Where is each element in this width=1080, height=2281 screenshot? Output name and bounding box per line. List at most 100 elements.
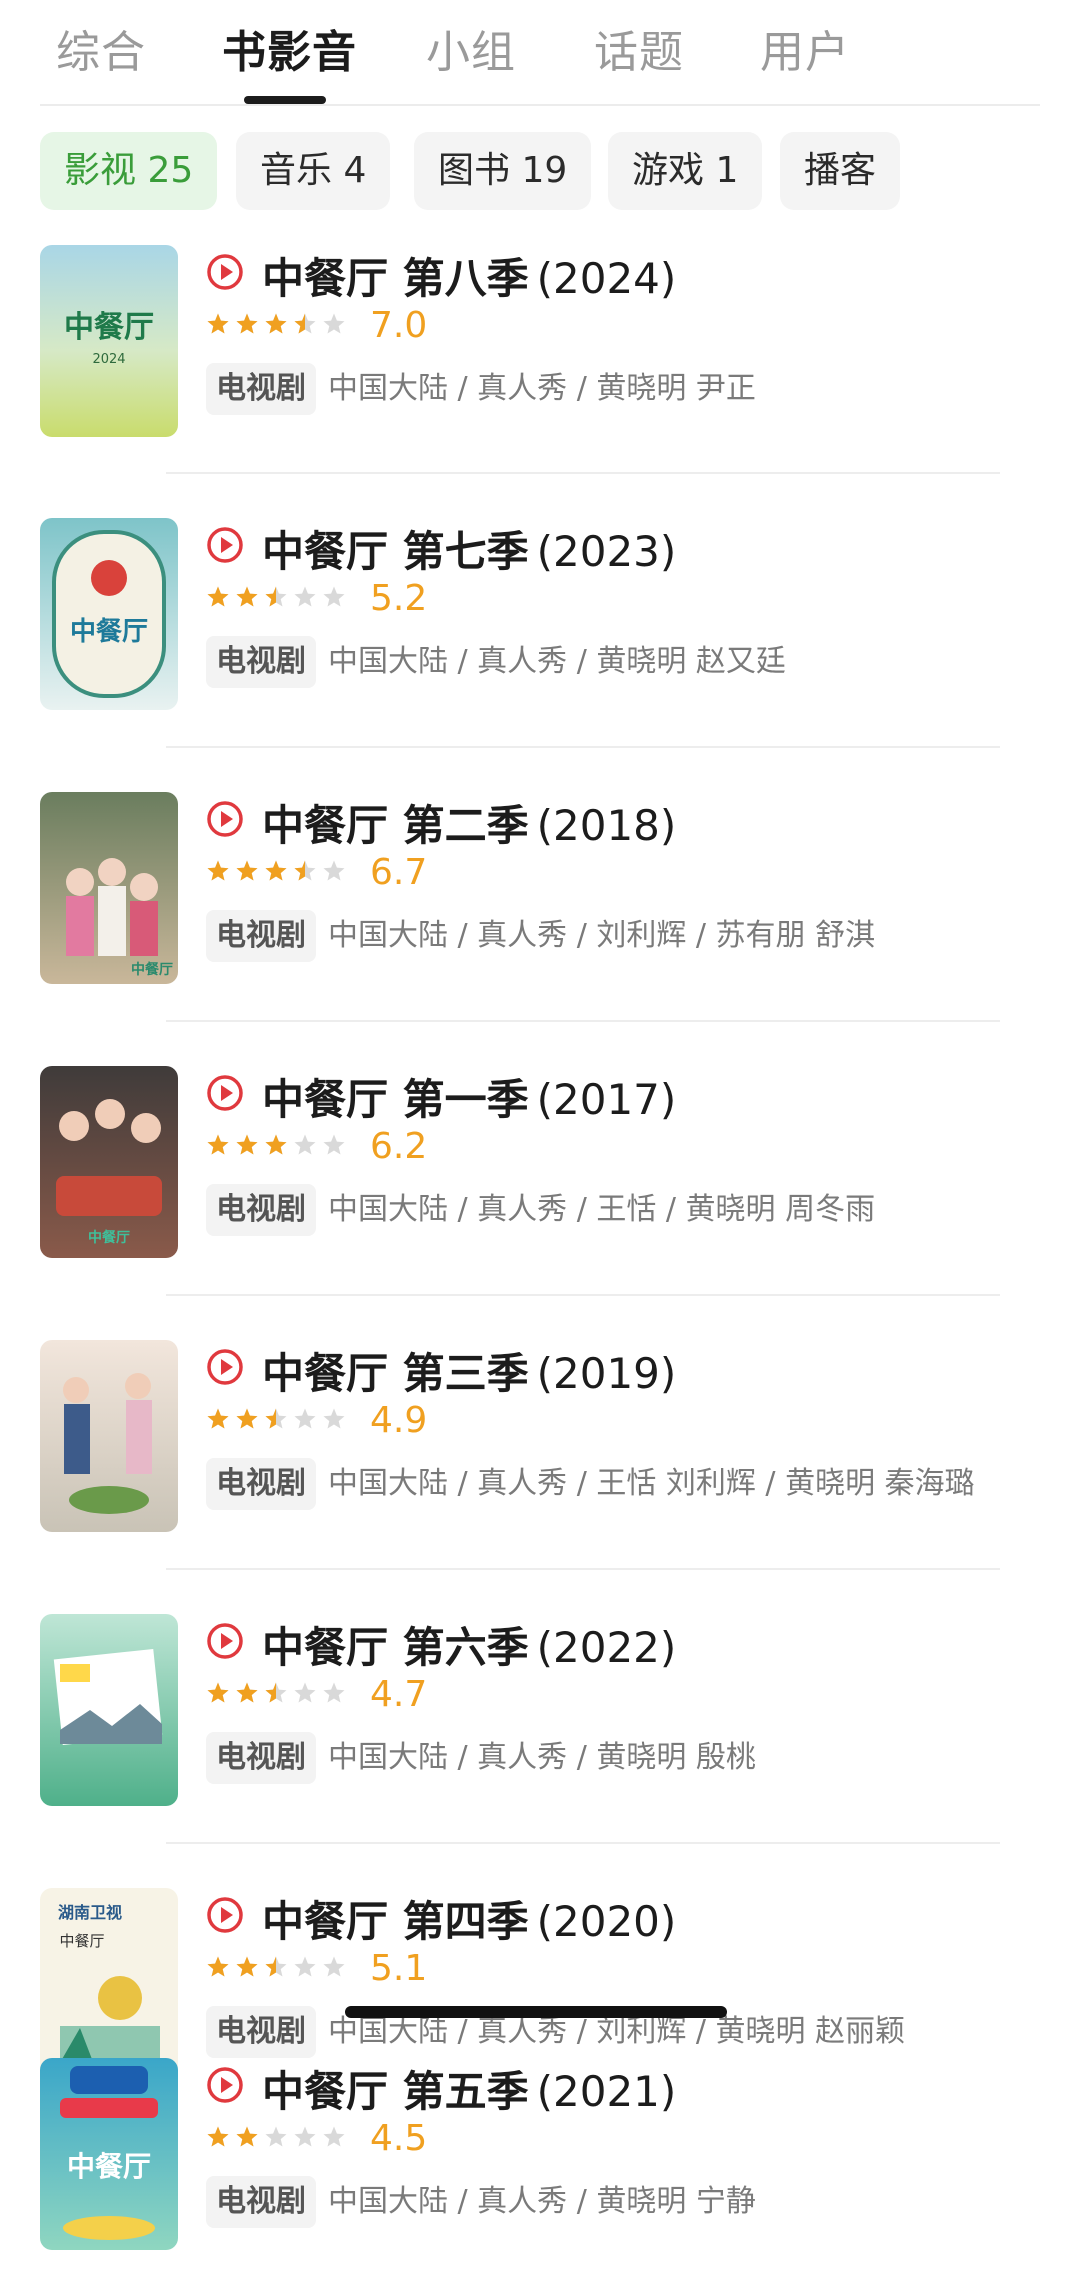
rating-score: 5.1 bbox=[370, 1948, 428, 1989]
divider bbox=[166, 472, 1000, 474]
star-icon bbox=[294, 1134, 316, 1155]
star-icon bbox=[265, 1956, 287, 1977]
poster-image[interactable]: 湖南卫视 中餐厅 bbox=[40, 1888, 178, 2080]
poster-image[interactable]: 中餐厅 bbox=[40, 518, 178, 710]
poster-image[interactable]: 中餐厅 bbox=[40, 2058, 178, 2250]
star-icon bbox=[323, 2126, 345, 2147]
star-icon bbox=[207, 1134, 229, 1155]
poster-image[interactable] bbox=[40, 1340, 178, 1532]
star-icon bbox=[236, 313, 258, 334]
list-item[interactable]: 中餐厅 第三季 (2019) 4.9 电视剧 中国大陆 / 真人秀 / 王恬 刘利… bbox=[40, 1340, 1040, 1540]
poster-logo-text: 中餐厅 bbox=[59, 1932, 104, 1950]
list-item[interactable]: 中餐厅 2024 中餐厅 第八季 (2024) 7.0 电视剧 中国大陆 / 真人秀… bbox=[40, 245, 1040, 445]
type-tag: 电视剧 bbox=[206, 910, 316, 962]
star-icon bbox=[265, 313, 287, 334]
category-filters: 影视 25 音乐 4 图书 19 游戏 1 播客 bbox=[40, 132, 1040, 210]
type-tag: 电视剧 bbox=[206, 1184, 316, 1236]
list-item[interactable]: 中餐厅 中餐厅 第一季 (2017) 6.2 电视剧 中国大陆 / 真人秀 / 王… bbox=[40, 1066, 1040, 1266]
item-meta: 中国大陆 / 真人秀 / 黄晓明 殷桃 bbox=[328, 1740, 756, 1775]
item-title[interactable]: 中餐厅 第六季 (2022) bbox=[262, 1614, 676, 1675]
rating-stars bbox=[206, 1130, 354, 1166]
list-item[interactable]: 中餐厅 中餐厅 第五季 (2021) 4.5 电视剧 中国大陆 / 真人秀 / 黄… bbox=[40, 2058, 1040, 2258]
play-icon bbox=[207, 801, 243, 837]
play-icon bbox=[207, 1349, 243, 1385]
star-icon bbox=[294, 586, 316, 607]
tab-groups[interactable]: 小组 bbox=[426, 16, 516, 80]
item-title[interactable]: 中餐厅 第七季 (2023) bbox=[262, 518, 676, 579]
list-item[interactable]: 中餐厅 中餐厅 第七季 (2023) 5.2 电视剧 中国大陆 / 真人秀 / 黄… bbox=[40, 518, 1040, 718]
item-title[interactable]: 中餐厅 第四季 (2020) bbox=[262, 1888, 676, 1949]
poster-image[interactable] bbox=[40, 1614, 178, 1806]
tab-books-movies-music[interactable]: 书影音 bbox=[222, 16, 357, 80]
poster-image[interactable]: 中餐厅 bbox=[40, 792, 178, 984]
star-icon bbox=[207, 1682, 229, 1703]
item-title[interactable]: 中餐厅 第二季 (2018) bbox=[262, 792, 676, 853]
home-indicator[interactable] bbox=[345, 2006, 727, 2018]
divider bbox=[166, 1568, 1000, 1570]
filter-chip-movies[interactable]: 影视 25 bbox=[40, 132, 218, 210]
star-icon bbox=[323, 1682, 345, 1703]
poster-image[interactable]: 中餐厅 bbox=[40, 1066, 178, 1258]
star-icon bbox=[294, 1682, 316, 1703]
type-tag: 电视剧 bbox=[206, 1458, 316, 1510]
rating-score: 5.2 bbox=[370, 578, 428, 619]
poster-image[interactable]: 中餐厅 2024 bbox=[40, 245, 178, 437]
rating-stars bbox=[206, 582, 354, 618]
filter-chip-music[interactable]: 音乐 4 bbox=[236, 132, 391, 210]
item-meta: 中国大陆 / 真人秀 / 黄晓明 宁静 bbox=[328, 2184, 756, 2219]
star-icon bbox=[323, 1134, 345, 1155]
item-meta: 中国大陆 / 真人秀 / 黄晓明 尹正 bbox=[328, 371, 756, 406]
rating-score: 4.5 bbox=[370, 2118, 428, 2159]
item-title[interactable]: 中餐厅 第一季 (2017) bbox=[262, 1066, 676, 1127]
rating-score: 7.0 bbox=[370, 305, 428, 346]
search-tabs: 综合 书影音 小组 话题 用户 bbox=[40, 0, 1040, 106]
star-icon bbox=[207, 1408, 229, 1429]
star-icon bbox=[207, 2126, 229, 2147]
filter-chip-books[interactable]: 图书 19 bbox=[414, 132, 592, 210]
rating-score: 4.7 bbox=[370, 1674, 428, 1715]
play-icon bbox=[207, 254, 243, 290]
rating-score: 6.7 bbox=[370, 852, 428, 893]
poster-logo-text: 中餐厅 bbox=[64, 310, 154, 345]
item-title[interactable]: 中餐厅 第五季 (2021) bbox=[262, 2058, 676, 2119]
rating-score: 4.9 bbox=[370, 1400, 428, 1441]
star-icon bbox=[236, 2126, 258, 2147]
rating-score: 6.2 bbox=[370, 1126, 428, 1167]
rating-stars bbox=[206, 1952, 354, 1988]
star-icon bbox=[236, 1682, 258, 1703]
tab-users[interactable]: 用户 bbox=[760, 16, 850, 80]
star-icon bbox=[236, 860, 258, 881]
star-icon bbox=[323, 1408, 345, 1429]
star-icon bbox=[236, 1956, 258, 1977]
divider bbox=[166, 1294, 1000, 1296]
star-icon bbox=[323, 1956, 345, 1977]
filter-chip-games[interactable]: 游戏 1 bbox=[608, 132, 763, 210]
poster-logo-text: 中餐厅 bbox=[88, 1229, 130, 1246]
play-icon bbox=[207, 1897, 243, 1933]
star-icon bbox=[265, 586, 287, 607]
item-title[interactable]: 中餐厅 第八季 (2024) bbox=[262, 245, 676, 306]
star-icon bbox=[265, 860, 287, 881]
rating-stars bbox=[206, 856, 354, 892]
item-meta: 中国大陆 / 真人秀 / 刘利辉 / 苏有朋 舒淇 bbox=[328, 918, 876, 953]
active-tab-indicator bbox=[244, 96, 326, 104]
star-icon bbox=[265, 1682, 287, 1703]
star-icon bbox=[265, 1408, 287, 1429]
play-icon bbox=[207, 2067, 243, 2103]
tab-comprehensive[interactable]: 综合 bbox=[56, 16, 146, 80]
star-icon bbox=[207, 1956, 229, 1977]
play-icon bbox=[207, 1075, 243, 1111]
star-icon bbox=[294, 1956, 316, 1977]
star-icon bbox=[323, 313, 345, 334]
list-item[interactable]: 中餐厅 第六季 (2022) 4.7 电视剧 中国大陆 / 真人秀 / 黄晓明 殷… bbox=[40, 1614, 1040, 1814]
tab-topics[interactable]: 话题 bbox=[594, 16, 684, 80]
list-item[interactable]: 中餐厅 中餐厅 第二季 (2018) 6.7 电视剧 中国大陆 / 真人秀 / 刘… bbox=[40, 792, 1040, 992]
rating-stars bbox=[206, 2122, 354, 2158]
filter-chip-podcasts[interactable]: 播客 bbox=[780, 132, 901, 210]
star-icon bbox=[265, 1134, 287, 1155]
type-tag: 电视剧 bbox=[206, 636, 316, 688]
divider bbox=[166, 1020, 1000, 1022]
poster-sub-text: 2024 bbox=[92, 352, 125, 367]
star-icon bbox=[294, 860, 316, 881]
item-title[interactable]: 中餐厅 第三季 (2019) bbox=[262, 1340, 676, 1401]
